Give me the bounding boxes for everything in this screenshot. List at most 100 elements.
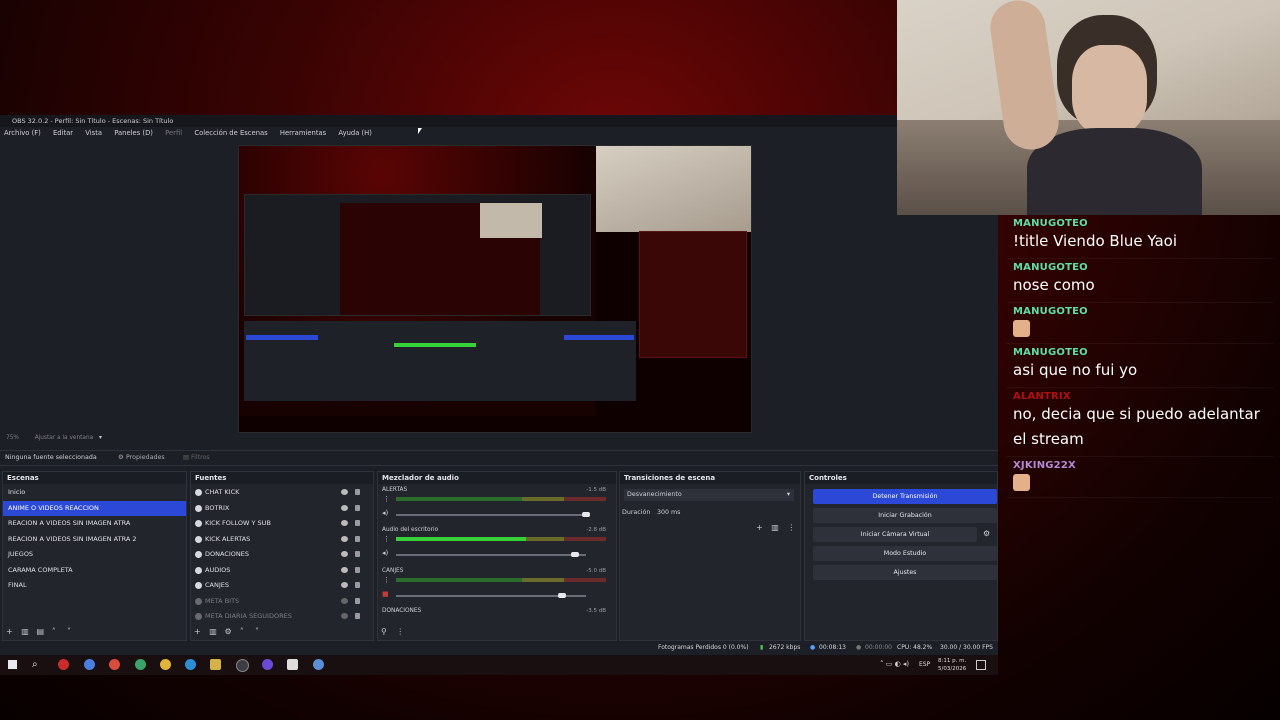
app-icon-tool[interactable] xyxy=(313,659,324,670)
settings-button[interactable]: Ajustes xyxy=(813,565,997,580)
menu-herramientas[interactable]: Herramientas xyxy=(280,129,326,137)
filters-button[interactable]: Filtros xyxy=(191,451,210,465)
stop-streaming-button[interactable]: Detener Transmisión xyxy=(813,489,997,504)
zoom-mode[interactable]: Ajustar a la ventana xyxy=(35,435,93,441)
add-icon[interactable]: + xyxy=(756,523,763,532)
lock-icon[interactable] xyxy=(355,504,360,511)
lock-icon[interactable] xyxy=(355,551,360,557)
scene-item[interactable]: CARAMA COMPLETA xyxy=(3,563,186,579)
scene-item[interactable]: JUEGOS xyxy=(3,547,186,563)
eye-icon[interactable] xyxy=(341,582,348,588)
lock-icon[interactable] xyxy=(355,535,360,542)
chevron-up-icon[interactable]: ˄ xyxy=(240,628,248,636)
eye-icon[interactable] xyxy=(341,535,348,542)
menu-paneles[interactable]: Paneles (D) xyxy=(114,129,153,137)
start-recording-button[interactable]: Iniciar Grabación xyxy=(813,508,997,523)
source-item[interactable]: AUDIOS xyxy=(191,563,373,579)
source-item[interactable]: KICK ALERTAS xyxy=(191,532,373,548)
scene-item-selected[interactable]: ANIME O VIDEOS REACCION xyxy=(3,500,186,516)
menu-perfil[interactable]: Perfil xyxy=(165,129,182,137)
more-icon[interactable]: ⋮ xyxy=(787,523,795,532)
clock[interactable]: 8:11 p. m. 5/03/2026 xyxy=(938,657,966,673)
volume-slider-knob[interactable] xyxy=(557,593,566,598)
link-icon[interactable]: ⚲ xyxy=(381,628,389,636)
trash-icon[interactable]: ▥ xyxy=(771,523,779,532)
gear-icon[interactable]: ⚙ xyxy=(224,628,232,636)
menu-vista[interactable]: Vista xyxy=(85,129,102,137)
lock-icon[interactable] xyxy=(355,597,360,604)
more-icon[interactable]: ⋮ xyxy=(383,576,390,584)
lock-icon[interactable] xyxy=(355,582,360,588)
scene-item[interactable]: REACION A VIDEOS SIN IMAGEN ATRA xyxy=(3,516,186,532)
volume-slider-knob[interactable] xyxy=(582,512,591,517)
add-icon[interactable]: + xyxy=(194,628,202,636)
app-icon-brave[interactable] xyxy=(58,659,69,670)
gear-icon[interactable]: ⚙ xyxy=(118,451,124,465)
trash-icon[interactable]: ▥ xyxy=(209,628,217,636)
windows-start-icon[interactable] xyxy=(8,660,17,669)
chevron-up-icon[interactable]: ˄ xyxy=(52,628,60,636)
menu-ayuda[interactable]: Ayuda (H) xyxy=(338,129,372,137)
source-item[interactable]: CANJES xyxy=(191,578,373,594)
volume-slider[interactable] xyxy=(396,552,586,557)
lock-icon[interactable] xyxy=(355,613,360,619)
trash-icon[interactable]: ▥ xyxy=(21,628,29,636)
lock-icon[interactable] xyxy=(355,520,360,526)
filter-icon[interactable]: ▤ xyxy=(36,628,44,636)
add-icon[interactable]: + xyxy=(6,628,14,636)
tray-icons[interactable]: ˄ ▭ ◐ ◂) xyxy=(880,660,909,668)
app-icon-file-explorer[interactable] xyxy=(210,659,221,670)
speaker-icon[interactable]: ◂) xyxy=(382,509,388,517)
zoom-level[interactable]: 75% xyxy=(6,435,19,441)
chevron-down-icon[interactable]: ˅ xyxy=(67,628,75,636)
eye-icon[interactable] xyxy=(341,520,348,526)
scene-item[interactable]: REACION A VIDEOS SIN IMAGEN ATRA 2 xyxy=(3,532,186,548)
duration-input[interactable]: 300 ms xyxy=(654,507,797,518)
menu-archivo[interactable]: Archivo (F) xyxy=(4,129,41,137)
start-virtual-camera-button[interactable]: Iniciar Cámara Virtual xyxy=(813,527,977,542)
volume-slider[interactable] xyxy=(396,512,591,517)
input-language[interactable]: ESP xyxy=(919,661,930,668)
scene-item[interactable]: FINAL xyxy=(3,578,186,594)
chevron-down-icon[interactable]: ▾ xyxy=(99,435,102,441)
source-item[interactable]: BOTRIX xyxy=(191,501,373,517)
lock-icon[interactable] xyxy=(355,489,360,495)
eye-hidden-icon[interactable] xyxy=(341,597,348,604)
transition-select[interactable]: Desvanecimiento ▾ xyxy=(624,489,794,501)
app-icon-obs[interactable] xyxy=(236,659,249,672)
app-icon-chrome[interactable] xyxy=(109,659,120,670)
eye-icon[interactable] xyxy=(341,551,348,557)
app-icon-edge[interactable] xyxy=(185,659,196,670)
more-icon[interactable]: ⋮ xyxy=(383,495,390,503)
eye-icon[interactable] xyxy=(341,566,348,573)
speaker-icon[interactable]: ◂) xyxy=(382,549,388,557)
scene-item[interactable]: Inicio xyxy=(3,485,186,501)
app-icon-discord[interactable] xyxy=(262,659,273,670)
app-icon-chrome-alt[interactable] xyxy=(135,659,146,670)
app-icon-chrome-profile[interactable] xyxy=(84,659,95,670)
muted-speaker-icon[interactable]: ■ xyxy=(382,590,389,598)
eye-hidden-icon[interactable] xyxy=(341,613,348,619)
properties-button[interactable]: Propiedades xyxy=(126,451,165,465)
app-icon-chrome-canary[interactable] xyxy=(160,659,171,670)
more-icon[interactable]: ⋮ xyxy=(396,628,404,636)
volume-slider-knob[interactable] xyxy=(570,552,579,557)
preview-canvas[interactable] xyxy=(238,145,752,433)
source-item-hidden[interactable]: META DIARIA SEGUIDORES xyxy=(191,609,373,625)
source-item[interactable]: KICK FOLLOW Y SUB xyxy=(191,516,373,532)
menu-editar[interactable]: Editar xyxy=(53,129,73,137)
eye-icon[interactable] xyxy=(341,504,348,511)
filters-icon[interactable]: ▤ xyxy=(183,451,189,465)
app-icon-terminal[interactable] xyxy=(287,659,298,670)
menu-coleccion-escenas[interactable]: Colección de Escenas xyxy=(194,129,267,137)
search-icon[interactable]: ⌕ xyxy=(32,659,38,670)
more-icon[interactable]: ⋮ xyxy=(383,535,390,543)
studio-mode-button[interactable]: Modo Estudio xyxy=(813,546,997,561)
source-item[interactable]: CHAT KICK xyxy=(191,485,373,501)
eye-icon[interactable] xyxy=(341,489,348,495)
lock-icon[interactable] xyxy=(355,566,360,573)
source-item-hidden[interactable]: META BITS xyxy=(191,594,373,610)
source-item[interactable]: DONACIONES xyxy=(191,547,373,563)
chevron-down-icon[interactable]: ˅ xyxy=(255,628,263,636)
volume-slider[interactable] xyxy=(396,593,586,598)
